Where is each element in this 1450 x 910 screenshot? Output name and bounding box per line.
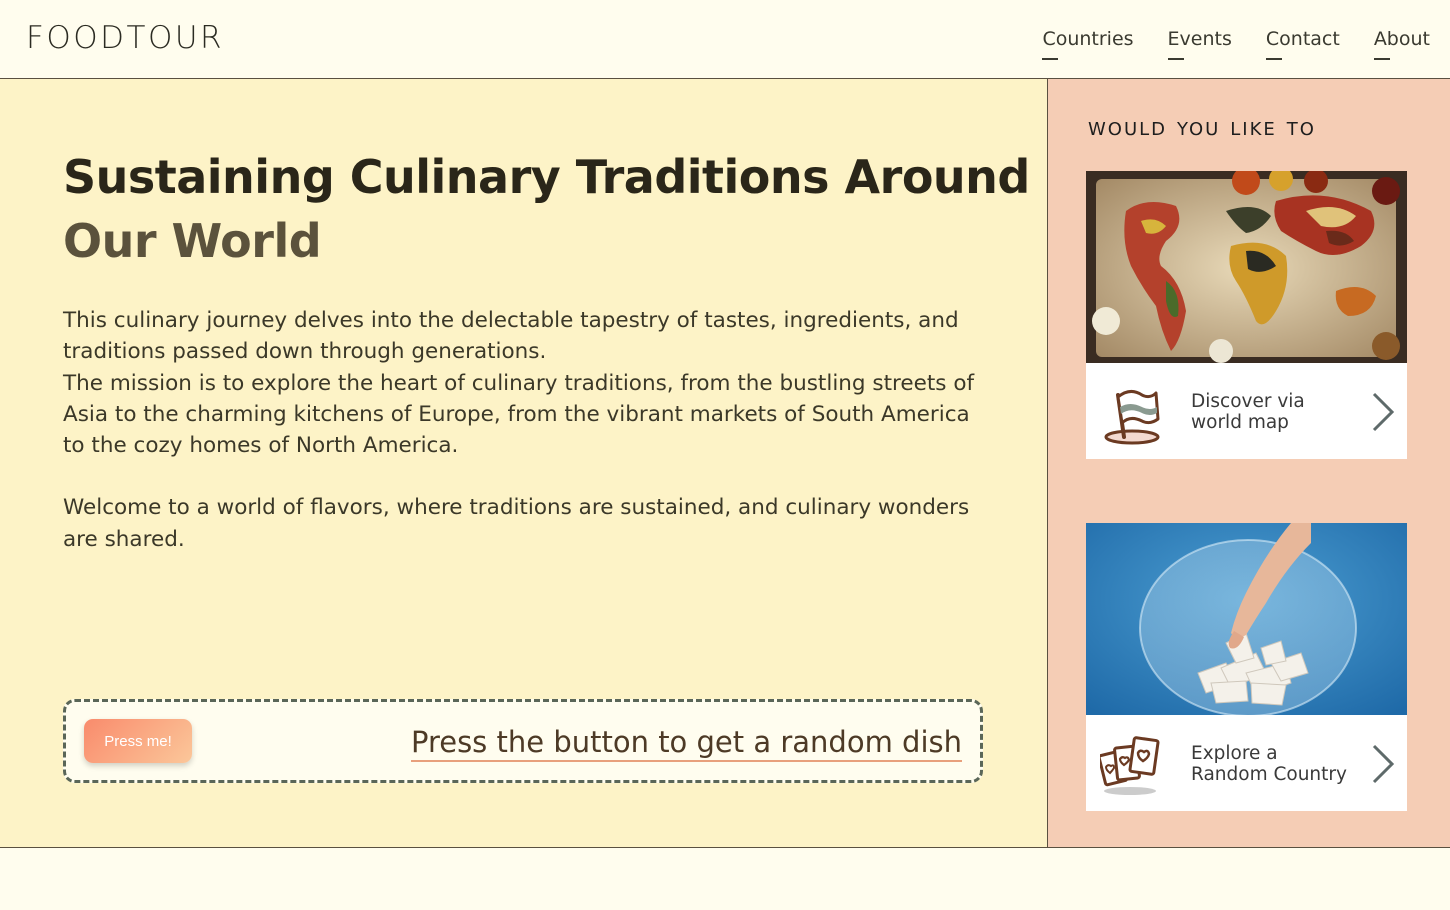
random-dish-prompt: Press the button to get a random dish [410, 724, 962, 762]
page-title-line2: Our World [63, 214, 322, 268]
nav-events[interactable]: Events [1167, 28, 1232, 60]
main-nav: Countries Events Contact About [1042, 28, 1430, 60]
spice-world-map-image [1086, 171, 1407, 363]
discover-map-card[interactable]: Discover via world map [1086, 171, 1407, 459]
random-country-card[interactable]: Explore a Random Country [1086, 523, 1407, 811]
discover-map-footer: Discover via world map [1086, 363, 1407, 459]
site-footer [0, 847, 1450, 910]
intro-paragraph-2: The mission is to explore the heart of c… [63, 370, 975, 459]
discover-map-label: Discover via world map [1191, 391, 1305, 433]
nav-about[interactable]: About [1373, 28, 1430, 60]
intro-text: This culinary journey delves into the de… [63, 305, 993, 555]
random-dish-box: Press me! Press the button to get a rand… [63, 699, 983, 783]
chevron-right-icon[interactable] [1371, 391, 1395, 433]
intro-paragraph-3: Welcome to a world of flavors, where tra… [63, 495, 970, 552]
nav-contact[interactable]: Contact [1265, 28, 1340, 60]
site-header: FOODTOUR Countries Events Contact About [0, 0, 1450, 79]
random-dish-button[interactable]: Press me! [84, 719, 192, 763]
chevron-right-icon[interactable] [1371, 743, 1395, 785]
sidebar: would you like to Discover via world map… [1047, 79, 1450, 847]
page-title-line1: Sustaining Culinary Traditions Around [63, 150, 1030, 204]
random-country-label: Explore a Random Country [1191, 743, 1347, 785]
intro-paragraph-1: This culinary journey delves into the de… [63, 308, 959, 365]
site-logo[interactable]: FOODTOUR [26, 20, 224, 56]
flag-icon [1104, 390, 1160, 445]
nav-countries[interactable]: Countries [1042, 28, 1134, 60]
random-country-footer: Explore a Random Country [1086, 715, 1407, 811]
fishbowl-lottery-image [1086, 523, 1407, 715]
sidebar-title: would you like to [1088, 112, 1316, 141]
main-content: Sustaining Culinary Traditions Around Ou… [0, 79, 1047, 847]
cards-icon [1100, 736, 1160, 795]
